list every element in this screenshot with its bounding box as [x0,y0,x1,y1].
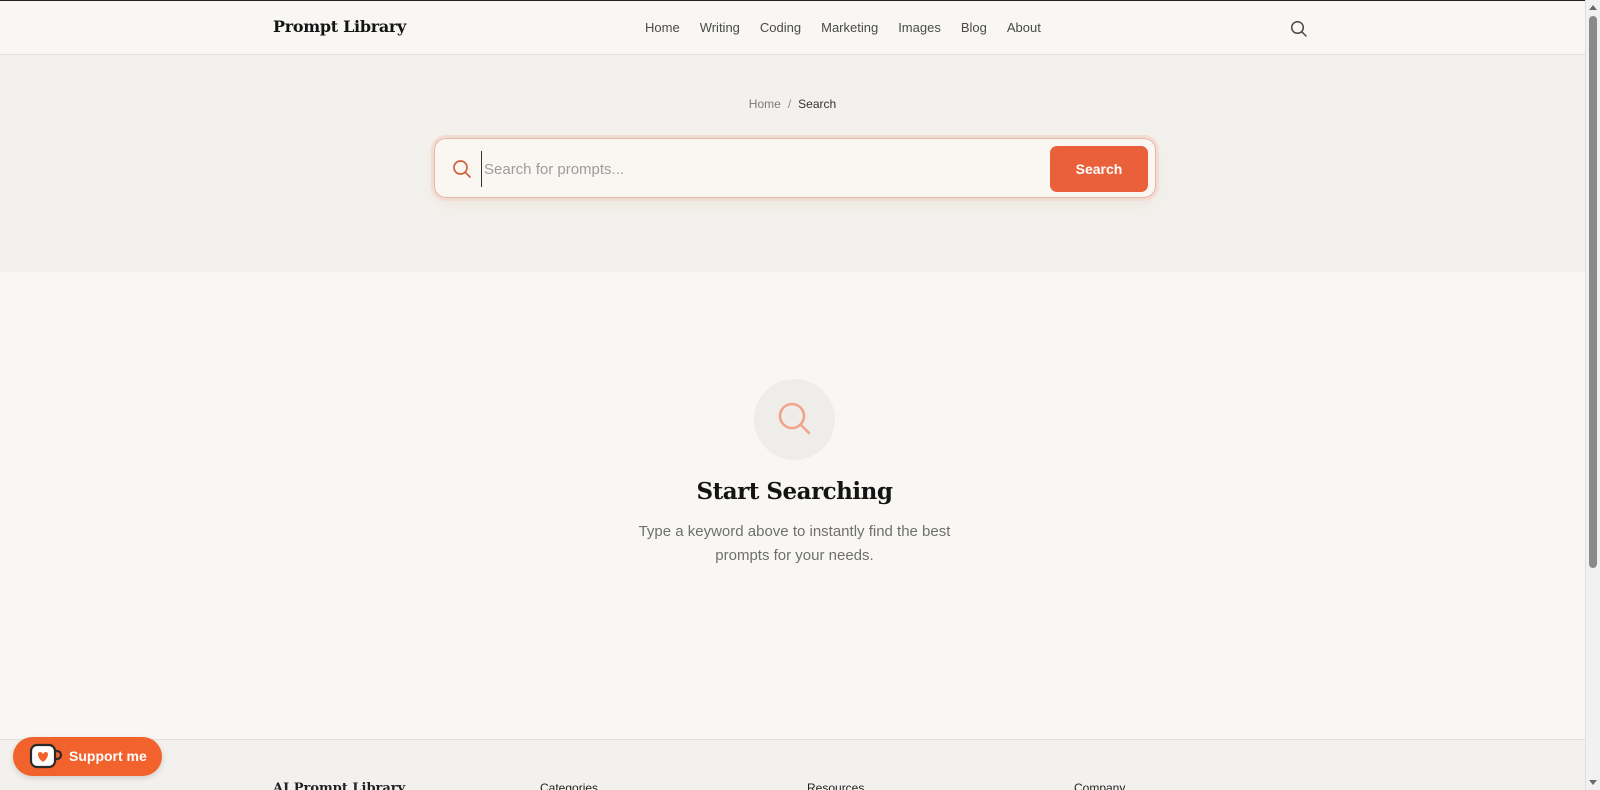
kofi-cup-icon [29,743,63,775]
nav-item-images[interactable]: Images [898,20,941,35]
nav-item-about[interactable]: About [1007,20,1041,35]
nav-item-marketing[interactable]: Marketing [821,20,878,35]
site-header: Prompt Library Home Writing Coding Marke… [0,0,1585,55]
search-icon[interactable] [1290,20,1308,38]
scroll-up-arrow-icon[interactable] [1589,5,1597,10]
nav-item-blog[interactable]: Blog [961,20,987,35]
scroll-down-arrow-icon[interactable] [1589,780,1597,785]
empty-state-description: Type a keyword above to instantly find t… [638,523,951,564]
breadcrumb-home[interactable]: Home [749,97,781,111]
breadcrumb: Home / Search [0,97,1585,111]
search-hero: Home / Search Search [0,55,1585,272]
breadcrumb-separator: / [787,97,792,111]
footer-brand: AI Prompt Library [273,781,406,790]
footer-heading-company: Company [1074,781,1126,790]
search-icon [452,159,472,179]
empty-state-title: Start Searching [696,478,893,505]
support-me-button[interactable]: Support me [13,737,162,776]
search-button[interactable]: Search [1050,146,1148,192]
empty-state-icon-circle [754,379,835,460]
main-nav: Home Writing Coding Marketing Images Blo… [645,20,1041,35]
search-box: Search [434,138,1156,198]
nav-item-coding[interactable]: Coding [760,20,801,35]
page: Prompt Library Home Writing Coding Marke… [0,0,1585,790]
search-input[interactable] [481,151,1041,187]
site-logo[interactable]: Prompt Library [273,17,406,36]
nav-item-home[interactable]: Home [645,20,680,35]
breadcrumb-current: Search [798,97,837,111]
footer-heading-categories: Categories [540,781,599,790]
nav-item-writing[interactable]: Writing [700,20,740,35]
vertical-scrollbar[interactable] [1585,0,1600,790]
support-me-label: Support me [69,748,147,764]
scrollbar-thumb[interactable] [1589,16,1597,568]
site-footer: AI Prompt Library Categories Resources C… [0,739,1585,790]
footer-heading-resources: Resources [807,781,865,790]
